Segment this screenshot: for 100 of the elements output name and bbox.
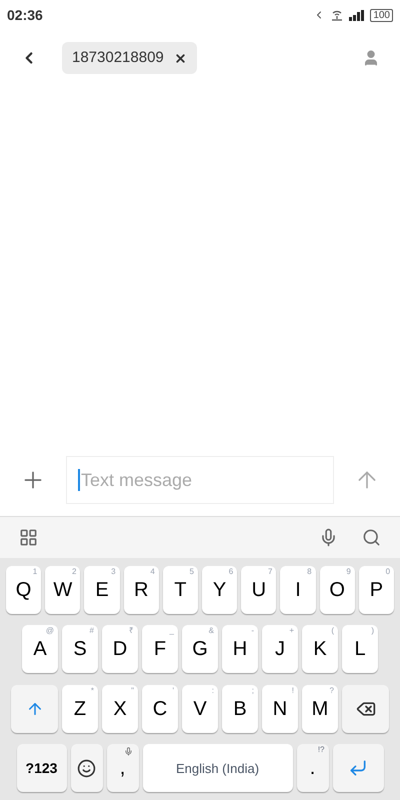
key-hint: 8	[307, 566, 312, 577]
key-label: S	[73, 637, 87, 662]
grid-icon[interactable]	[19, 528, 38, 547]
letter-key[interactable]: ; B	[222, 684, 258, 733]
key-label: K	[313, 637, 327, 662]
letter-key[interactable]: : V	[182, 684, 218, 733]
key-hint: !?	[318, 745, 324, 756]
key-label: Y	[212, 578, 226, 603]
letter-key[interactable]: 2 W	[45, 566, 80, 614]
key-label: T	[174, 578, 186, 603]
key-label: B	[233, 696, 247, 722]
letter-key[interactable]: & G	[182, 625, 218, 674]
key-hint: @	[46, 626, 54, 636]
letter-key[interactable]: ' C	[142, 684, 178, 733]
period-key[interactable]: !? .	[296, 744, 328, 792]
key-label: D	[112, 637, 128, 662]
letter-key[interactable]: 4 R	[124, 566, 159, 614]
enter-arrow-icon	[348, 758, 368, 778]
backspace-key[interactable]	[342, 684, 389, 733]
close-icon[interactable]	[174, 52, 187, 64]
letter-key[interactable]: @ A	[22, 625, 58, 674]
key-hint: _	[170, 626, 174, 636]
letter-key[interactable]: + J	[262, 625, 298, 674]
key-label: E	[95, 578, 109, 603]
key-hint: ₹	[129, 626, 134, 636]
letter-key[interactable]: 1 Q	[6, 566, 42, 614]
key-label: H	[232, 637, 248, 662]
key-hint: "	[131, 686, 134, 696]
key-hint: +	[289, 626, 294, 636]
microphone-icon[interactable]	[319, 528, 338, 547]
message-field[interactable]: Text message	[66, 456, 334, 504]
key-hint: 4	[150, 566, 155, 577]
smiley-icon	[77, 758, 96, 778]
symbols-key[interactable]: ?123	[16, 744, 66, 792]
key-label: M	[312, 696, 328, 722]
key-hint: 1	[32, 566, 38, 577]
microphone-icon	[124, 747, 132, 756]
key-hint: ;	[252, 686, 254, 696]
letter-key[interactable]: 0 P	[358, 566, 394, 614]
comma-key[interactable]: ,	[106, 744, 138, 792]
key-label: J	[275, 637, 285, 662]
key-hint: *	[90, 686, 94, 696]
key-hint: 9	[346, 566, 351, 577]
key-hint: -	[251, 626, 254, 636]
letter-key[interactable]: 7 U	[241, 566, 276, 614]
key-label: F	[154, 637, 166, 662]
letter-key[interactable]: 3 E	[84, 566, 120, 614]
letter-key[interactable]: 8 I	[280, 566, 316, 614]
key-label: ,	[120, 756, 126, 782]
key-label: O	[329, 578, 345, 603]
key-hint: !	[292, 686, 294, 696]
key-hint: &	[208, 626, 214, 636]
space-key[interactable]: English (India)	[142, 744, 292, 792]
letter-key[interactable]: ( K	[302, 625, 338, 674]
key-label: Q	[16, 578, 32, 603]
letter-key[interactable]: " X	[102, 684, 138, 733]
letter-key[interactable]: ? M	[302, 684, 338, 733]
letter-key[interactable]: 9 O	[320, 566, 355, 614]
letter-key[interactable]: * Z	[62, 684, 98, 733]
letter-key[interactable]: ₹ D	[102, 625, 138, 674]
key-hint: #	[90, 626, 94, 636]
letter-key[interactable]: ) L	[342, 625, 378, 674]
key-label: U	[252, 578, 266, 603]
key-label: N	[272, 696, 288, 722]
battery-level: 100	[370, 8, 393, 22]
key-label: A	[33, 637, 47, 662]
signal-icon	[349, 10, 366, 20]
key-hint: 3	[111, 566, 116, 577]
key-label: R	[134, 578, 148, 603]
letter-key[interactable]: # S	[62, 625, 98, 674]
key-hint: )	[371, 626, 374, 636]
key-label: V	[193, 696, 207, 722]
key-label: X	[113, 696, 127, 722]
key-hint: 7	[268, 566, 272, 577]
key-label: C	[152, 696, 168, 722]
letter-key[interactable]: _ F	[142, 625, 178, 674]
letter-key[interactable]: - H	[222, 625, 258, 674]
key-label: I	[295, 578, 301, 603]
key-hint: (	[331, 626, 334, 636]
text-cursor	[78, 469, 80, 491]
key-label: Z	[74, 696, 86, 722]
key-label: P	[370, 578, 384, 603]
clock-time: 02:36	[7, 6, 43, 24]
key-label: .	[310, 756, 316, 782]
key-hint: '	[172, 686, 174, 696]
search-icon[interactable]	[362, 528, 381, 547]
contact-icon[interactable]	[362, 49, 380, 67]
key-hint: 5	[190, 566, 194, 577]
recipient-number: 18730218809	[72, 48, 164, 68]
letter-key[interactable]: 5 T	[162, 566, 198, 614]
key-label: G	[192, 637, 208, 662]
key-hint: 2	[72, 566, 76, 577]
recipient-chip[interactable]: 18730218809	[62, 42, 197, 74]
key-hint: 6	[228, 566, 234, 577]
hotspot-icon	[330, 9, 344, 21]
key-hint: ?	[330, 686, 334, 696]
key-hint: :	[212, 686, 214, 696]
emoji-key[interactable]	[70, 744, 102, 792]
letter-key[interactable]: ! N	[262, 684, 298, 733]
letter-key[interactable]: 6 Y	[202, 566, 238, 614]
